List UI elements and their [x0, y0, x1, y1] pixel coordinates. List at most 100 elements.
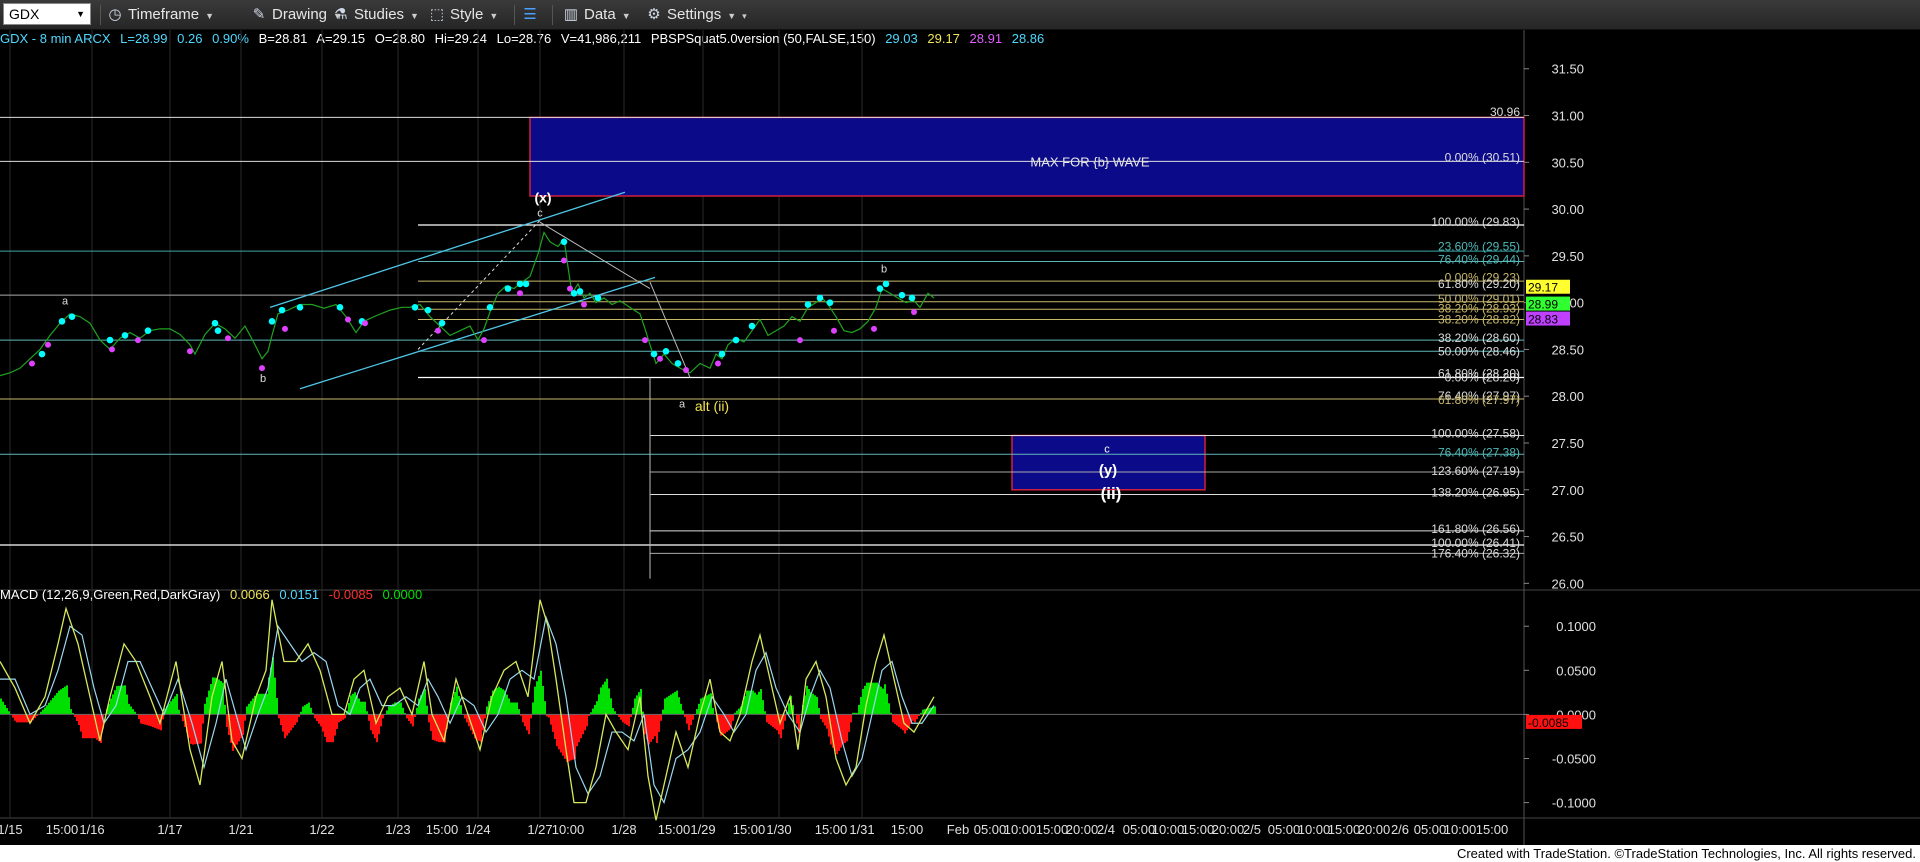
trend-line [539, 221, 651, 290]
signal-marker-cyan [144, 327, 152, 335]
chart-canvas[interactable]: 1/15 15:00 1/16 1/17 1/21 1/22 1/23 15:00 1/24 1/… [0, 0, 1920, 845]
histogram-bar-down [768, 714, 770, 724]
x-tick-label: 15:00 [426, 822, 459, 837]
histogram-bar-down [292, 714, 294, 728]
histogram-bar-up [128, 703, 130, 715]
histogram-bar-up [170, 701, 172, 715]
signal-marker-magenta [362, 320, 368, 327]
fib-label: 100.00% (29.83) [1431, 215, 1520, 229]
histogram-bar-up [736, 710, 738, 715]
histogram-bar-up [858, 704, 860, 715]
histogram-bar-down [530, 714, 532, 719]
fib-label: 30.96 [1490, 105, 1520, 119]
histogram-bar-down [578, 714, 580, 743]
signal-marker-magenta [45, 341, 51, 348]
signal-marker-cyan [211, 319, 219, 327]
histogram-bar-up [302, 706, 304, 715]
histogram-bar-up [818, 708, 820, 715]
signal-marker-cyan [424, 306, 432, 314]
signal-marker-cyan [486, 304, 494, 311]
histogram-bar-up [594, 704, 596, 715]
signal-marker-cyan [898, 291, 906, 299]
histogram-bar-up [66, 685, 68, 715]
histogram-bar-down [626, 714, 628, 725]
signal-marker-magenta [797, 337, 803, 344]
x-tick-label: 2/4 [1097, 822, 1115, 837]
x-tick-label: 1/23 [385, 822, 410, 837]
histogram-bar-up [388, 706, 390, 715]
histogram-bar-down [328, 714, 330, 743]
macd-zero-value: 0.0000 [382, 587, 423, 602]
histogram-bar-up [816, 696, 818, 715]
signal-marker-magenta [225, 335, 231, 342]
max-b-wave-box [529, 116, 1525, 197]
fib-label: 38.20% (28.60) [1438, 331, 1520, 345]
wave-label: c [537, 208, 543, 220]
signal-marker-magenta [481, 337, 487, 344]
x-tick-label: 1/28 [611, 822, 636, 837]
histogram-bar-down [290, 714, 292, 731]
wave-label: b [881, 264, 887, 276]
x-tick-label: 15:00 [46, 822, 79, 837]
signal-marker-magenta [282, 325, 288, 332]
histogram-bar-down [776, 714, 778, 731]
histogram-bar-down [194, 714, 196, 745]
signal-marker-cyan [411, 304, 419, 311]
signal-marker-magenta [187, 348, 193, 355]
histogram-bar-up [518, 709, 520, 715]
histogram-bar-down [660, 714, 662, 721]
x-tick-label: 15:00 [1328, 822, 1361, 837]
histogram-bar-down [144, 714, 146, 725]
histogram-bar-down [382, 714, 384, 719]
histogram-bar-up [752, 690, 754, 715]
histogram-bar-up [540, 670, 542, 715]
histogram-bar-down [406, 714, 408, 719]
histogram-bar-up [634, 698, 636, 715]
signal-marker-cyan [268, 318, 276, 325]
histogram-bar-up [250, 701, 252, 715]
histogram-bar-down [846, 714, 848, 742]
signal-marker-cyan [121, 332, 129, 339]
histogram-bar-up [814, 695, 816, 715]
histogram-bar-up [532, 702, 534, 715]
x-tick-label: 05:00 [1123, 822, 1156, 837]
histogram-bar-down [324, 714, 326, 737]
histogram-bar-down [234, 714, 236, 748]
histogram-bar-down [232, 714, 234, 751]
histogram-bar-down [528, 714, 530, 735]
histogram-bar-up [178, 709, 180, 715]
x-tick-label: 10:00 [1004, 822, 1037, 837]
x-tick-label: 05:00 [1268, 822, 1301, 837]
histogram-bar-up [788, 703, 790, 715]
histogram-bar-up [122, 685, 124, 715]
histogram-bar-down [732, 714, 734, 721]
histogram-bar-up [512, 702, 514, 715]
histogram-bar-up [812, 693, 814, 715]
histogram-bar-down [688, 714, 690, 731]
histogram-bar-up [674, 691, 676, 715]
histogram-bar-down [92, 714, 94, 739]
x-tick-label: 1/16 [79, 822, 104, 837]
histogram-bar-up [174, 696, 176, 715]
histogram-bar-down [580, 714, 582, 739]
histogram-bar-up [606, 678, 608, 715]
histogram-bar-up [696, 709, 698, 715]
histogram-bar-down [336, 714, 338, 729]
histogram-bar-up [0, 698, 2, 715]
histogram-bar-up [130, 706, 132, 715]
histogram-bar-down [412, 714, 414, 727]
fib-label: 23.60% (29.55) [1438, 240, 1520, 254]
histogram-bar-down [80, 714, 82, 732]
histogram-bar-down [692, 714, 694, 720]
x-tick-label: 1/29 [690, 822, 715, 837]
histogram-bar-up [168, 703, 170, 715]
histogram-bar-up [274, 677, 276, 715]
signal-marker-cyan [882, 280, 890, 288]
price-line [0, 231, 935, 377]
fib-label: 161.80% (26.56) [1431, 522, 1520, 536]
histogram-bar-down [408, 714, 410, 722]
histogram-bar-up [266, 693, 268, 715]
fib-label: 61.80% (27.97) [1438, 393, 1520, 407]
x-tick-label: 1/31 [849, 822, 874, 837]
histogram-bar-up [680, 703, 682, 715]
